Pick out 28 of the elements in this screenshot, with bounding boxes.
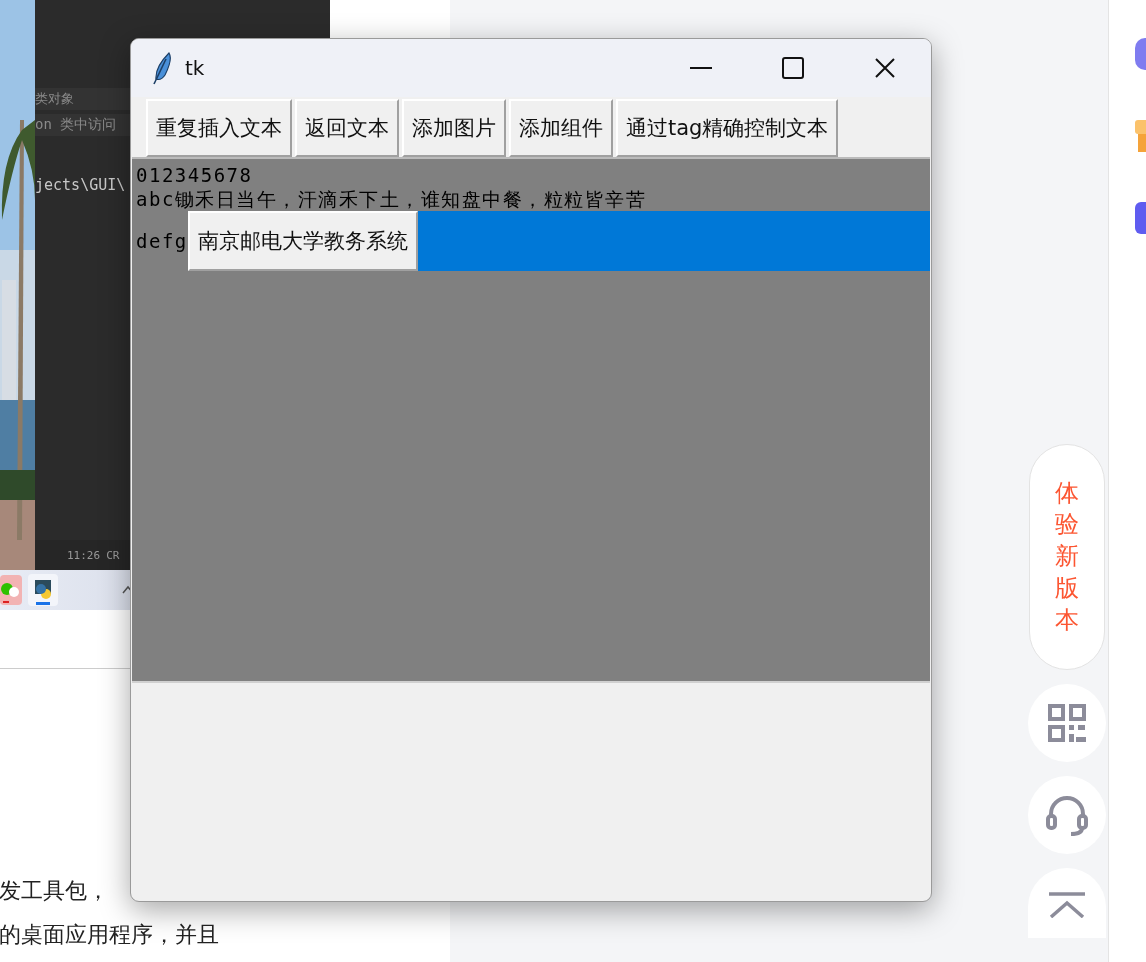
text-line: defg [136, 229, 188, 253]
back-to-top-icon [1047, 892, 1087, 918]
text-line: 012345678 [136, 163, 253, 187]
code-line: jects\GUI\ [35, 176, 127, 194]
article-text: 的桌面应用程序，并且 [0, 921, 220, 949]
window-title: tk [185, 56, 205, 80]
status-time: 11:26 [67, 548, 101, 562]
feather-icon [151, 51, 173, 85]
maximize-icon [782, 57, 804, 79]
back-to-top-button[interactable] [1028, 868, 1106, 938]
chat-app-icon[interactable] [0, 575, 22, 605]
qr-code-icon [1048, 704, 1086, 742]
toolbar-button[interactable]: 通过tag精确控制文本 [616, 99, 839, 157]
minimize-icon [690, 66, 712, 70]
toolbar-button[interactable]: 重复插入文本 [146, 99, 292, 157]
close-icon [874, 57, 896, 79]
app-icon[interactable] [1135, 38, 1146, 70]
toolbar-button[interactable]: 添加图片 [402, 99, 506, 157]
text-line: abc锄禾日当午，汗滴禾下土，谁知盘中餐，粒粒皆辛苦 [136, 187, 647, 211]
status-text: CR [106, 548, 120, 562]
headset-icon [1045, 794, 1089, 836]
app-icon[interactable] [1135, 120, 1146, 152]
toolbar-button[interactable]: 返回文本 [295, 99, 399, 157]
app-icon[interactable] [1135, 202, 1146, 234]
article-text: 发工具包， [0, 877, 110, 905]
toolbar-button[interactable]: 添加组件 [509, 99, 613, 157]
python-app-icon[interactable] [28, 574, 58, 606]
embedded-button[interactable]: 南京邮电大学教务系统 [187, 211, 418, 271]
